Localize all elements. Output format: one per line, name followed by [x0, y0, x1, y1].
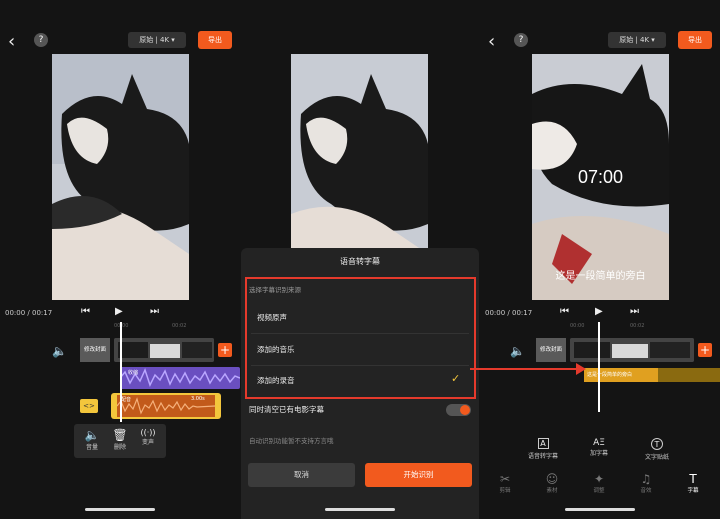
- speaker-icon[interactable]: 🔈: [510, 344, 525, 358]
- next-icon[interactable]: ⏭: [150, 306, 159, 317]
- video-clip-track[interactable]: [114, 338, 214, 362]
- resolution-selector[interactable]: 原始 | 4K ▾: [128, 32, 186, 48]
- cancel-button[interactable]: 取消: [248, 463, 355, 487]
- add-subtitle-icon: AΞ: [593, 438, 605, 448]
- voice-change-tool[interactable]: ((·)) 变声: [134, 428, 162, 446]
- divider: [251, 365, 469, 366]
- subtitle-clip[interactable]: 这是一段简单的旁白: [584, 368, 658, 382]
- resolution-selector[interactable]: 原始 | 4K ▾: [608, 32, 666, 48]
- add-clip-button[interactable]: +: [218, 343, 232, 357]
- cover-edit-button[interactable]: 修改封面: [80, 338, 110, 362]
- video-clip-track[interactable]: [570, 338, 694, 362]
- source-heading: 选择字幕识别来源: [249, 286, 301, 294]
- voice-change-icon: ((·)): [140, 428, 156, 437]
- overlay-caption: 这是一段简单的旁白: [555, 271, 646, 282]
- home-indicator: [325, 508, 395, 511]
- tab-subtitle[interactable]: T 字幕: [678, 472, 708, 494]
- text-sticker-tool[interactable]: T 文字贴纸: [642, 438, 672, 461]
- clear-subtitles-label: 同时清空已有电影字幕: [249, 405, 324, 414]
- divider: [251, 333, 469, 334]
- speech-to-subtitle-tool[interactable]: A 语音转字幕: [526, 438, 560, 460]
- video-preview: [52, 54, 189, 300]
- add-subtitle-label: 加字幕: [589, 450, 608, 457]
- option-added-recording[interactable]: 添加的录音: [257, 375, 295, 386]
- smile-icon: ☺: [545, 472, 559, 486]
- music-track[interactable]: 收缩: [119, 367, 240, 389]
- option-added-music[interactable]: 添加的音乐: [257, 344, 295, 355]
- tab-edit[interactable]: ✂ 剪辑: [490, 472, 520, 494]
- timeline-ruler: 00:00 00:02: [480, 322, 720, 332]
- dialect-note: 自动识别功能暂不支持方言哦: [249, 437, 334, 445]
- playhead[interactable]: [120, 322, 122, 422]
- dialog-title: 语音转字幕: [340, 257, 380, 266]
- text-sticker-label: 文字贴纸: [644, 454, 669, 461]
- tab-material[interactable]: ☺ 素材: [537, 472, 567, 494]
- delete-tool-label: 删除: [113, 444, 126, 451]
- add-clip-button[interactable]: +: [698, 343, 712, 357]
- subtitle-track[interactable]: 这是一段简单的旁白: [584, 368, 720, 382]
- cover-edit-button[interactable]: 修改封面: [536, 338, 566, 362]
- play-icon[interactable]: ▶: [595, 306, 603, 317]
- previous-icon[interactable]: ⏮: [81, 306, 90, 317]
- voice-change-tool-label: 变声: [141, 439, 154, 446]
- trash-icon: 🗑: [112, 428, 128, 442]
- start-recognition-button[interactable]: 开始识别: [365, 463, 472, 487]
- volume-icon: 🔈: [84, 428, 100, 442]
- recording-track-label: 配音: [121, 397, 132, 403]
- tab-adjust[interactable]: ✦ 调整: [584, 472, 614, 494]
- video-preview: 07:00 这是一段简单的旁白: [532, 54, 669, 300]
- music-track-label: 收缩: [128, 370, 139, 376]
- tab-label: 字幕: [687, 488, 699, 494]
- export-button[interactable]: 导出: [198, 31, 232, 49]
- speech-to-subtitle-label: 语音转字幕: [527, 453, 558, 460]
- recording-track[interactable]: 配音 3.00s: [111, 393, 221, 419]
- tab-label: 调整: [593, 488, 605, 494]
- annotation-arrow: [470, 368, 582, 370]
- help-icon[interactable]: ?: [34, 33, 48, 47]
- overlay-time: 07:00: [577, 167, 624, 187]
- play-icon[interactable]: ▶: [115, 306, 123, 317]
- text-sticker-icon: T: [651, 438, 663, 450]
- expand-icon[interactable]: <>: [80, 399, 98, 413]
- volume-tool-label: 音量: [85, 444, 98, 451]
- add-subtitle-tool[interactable]: AΞ 加字幕: [584, 438, 614, 457]
- speech-subtitle-icon: A: [537, 438, 549, 449]
- tab-label: 音效: [640, 488, 652, 494]
- option-video-audio[interactable]: 视频原声: [257, 312, 287, 323]
- back-icon[interactable]: ‹: [8, 31, 15, 52]
- text-icon: T: [689, 472, 697, 486]
- tab-audio[interactable]: ♫ 音效: [631, 472, 661, 494]
- time-display: 00:00 / 00:17: [5, 309, 53, 317]
- clear-subtitles-toggle[interactable]: [446, 404, 471, 416]
- next-icon[interactable]: ⏭: [630, 306, 639, 317]
- editor-panel-left: ‹ ? 原始 | 4K ▾ 导出 00:00 / 00:17 ⏮ ▶ ⏭ 00:…: [0, 0, 240, 519]
- tab-label: 素材: [546, 488, 558, 494]
- speech-to-subtitle-dialog: 语音转字幕 选择字幕识别来源 视频原声 添加的音乐 添加的录音 ✓ 同时清空已有…: [241, 248, 479, 519]
- help-icon[interactable]: ?: [514, 33, 528, 47]
- volume-tool[interactable]: 🔈 音量: [78, 428, 106, 451]
- delete-tool[interactable]: 🗑 删除: [106, 428, 134, 451]
- tick-label: 00:00: [570, 323, 585, 329]
- sparkle-icon: ✦: [593, 472, 605, 486]
- editor-panel-right: ‹ ? 原始 | 4K ▾ 导出 07:00 这是一段简单的旁白 00:00 /…: [480, 0, 720, 519]
- speaker-icon[interactable]: 🔈: [52, 344, 67, 358]
- home-indicator: [85, 508, 155, 511]
- tab-label: 剪辑: [499, 488, 511, 494]
- export-button[interactable]: 导出: [678, 31, 712, 49]
- arrowhead-icon: [576, 363, 586, 375]
- tick-label: 00:02: [172, 323, 187, 329]
- tick-label: 00:02: [630, 323, 645, 329]
- clip-tools-popover: 🔈 音量 🗑 删除 ((·)) 变声: [74, 424, 166, 458]
- previous-icon[interactable]: ⏮: [560, 306, 569, 317]
- home-indicator: [565, 508, 635, 511]
- check-icon: ✓: [451, 372, 461, 385]
- scissors-icon: ✂: [499, 472, 511, 486]
- time-display: 00:00 / 00:17: [485, 309, 533, 317]
- playhead[interactable]: [598, 322, 600, 412]
- recording-duration: 3.00s: [191, 396, 205, 402]
- music-icon: ♫: [640, 472, 652, 486]
- back-icon[interactable]: ‹: [488, 31, 495, 52]
